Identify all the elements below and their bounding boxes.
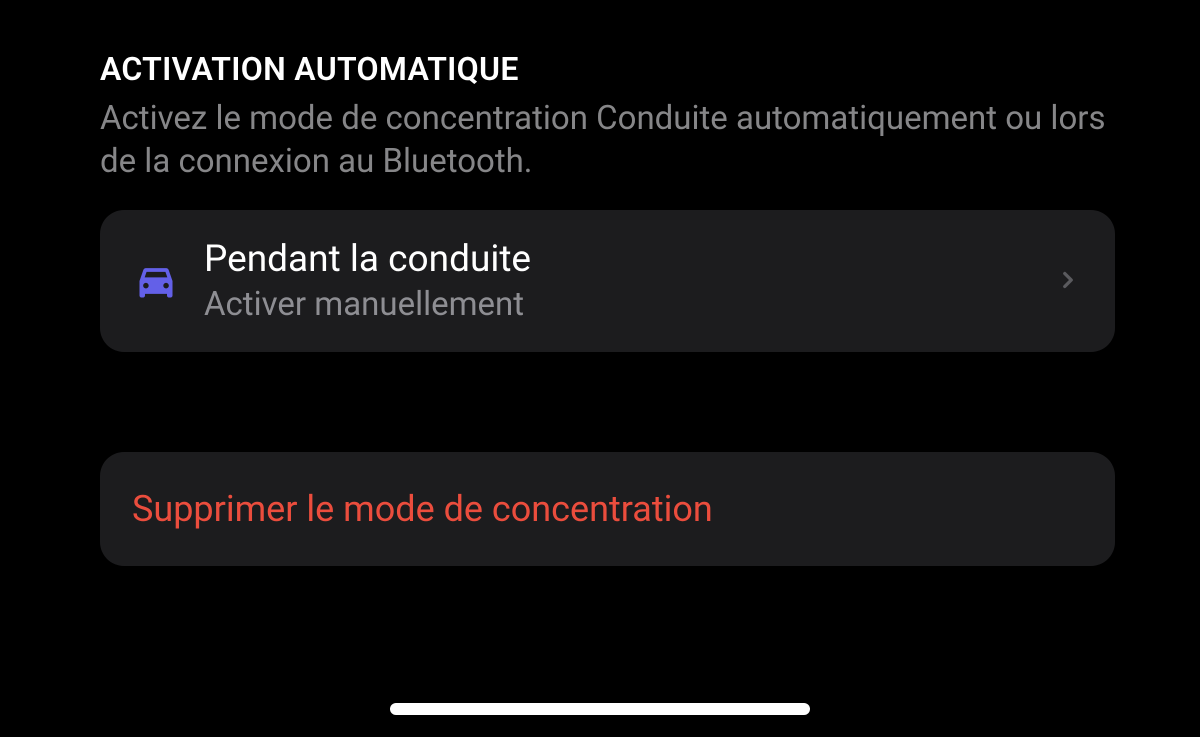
driving-row-subtitle: Activer manuellement xyxy=(204,285,1043,324)
chevron-right-icon xyxy=(1055,260,1081,302)
home-indicator[interactable] xyxy=(390,703,810,715)
delete-focus-label: Supprimer le mode de concentration xyxy=(132,488,1083,530)
section-header: ACTIVATION AUTOMATIQUE xyxy=(100,50,1115,88)
driving-row-title: Pendant la conduite xyxy=(204,238,1043,281)
car-icon xyxy=(134,259,178,303)
driving-activation-row[interactable]: Pendant la conduite Activer manuellement xyxy=(100,210,1115,352)
section-description: Activez le mode de concentration Conduit… xyxy=(100,98,1115,184)
driving-row-content: Pendant la conduite Activer manuellement xyxy=(204,238,1043,324)
delete-focus-button[interactable]: Supprimer le mode de concentration xyxy=(100,452,1115,566)
settings-screen: ACTIVATION AUTOMATIQUE Activez le mode d… xyxy=(0,0,1200,566)
